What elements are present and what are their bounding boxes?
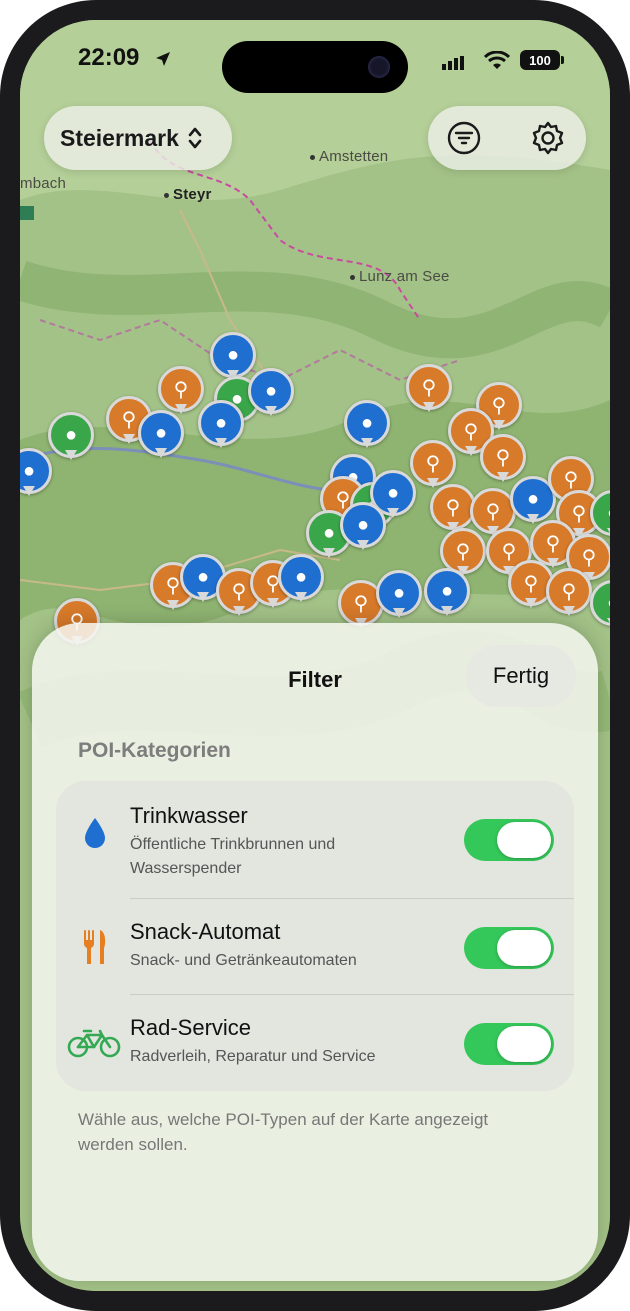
water-pin[interactable]: ● — [376, 570, 422, 628]
filter-button[interactable] — [432, 106, 496, 170]
water-pin[interactable]: ● — [20, 448, 52, 506]
status-time: 22:09 — [78, 44, 140, 71]
region-selector-button[interactable]: Steiermark — [44, 106, 232, 170]
gear-icon — [532, 121, 564, 155]
map-actions-pill — [428, 106, 586, 170]
dynamic-island — [222, 41, 408, 93]
place-name: Amstetten — [319, 148, 389, 165]
water-pin[interactable]: ● — [198, 400, 244, 458]
toggle-knob — [497, 1026, 551, 1062]
category-title: Rad-Service — [130, 1015, 252, 1040]
category-subtitle: Radverleih, Reparatur und Service — [130, 1048, 376, 1065]
water-pin[interactable]: ● — [340, 502, 386, 560]
water-drop-icon — [70, 811, 120, 855]
place-dot — [310, 154, 315, 160]
trinkwasser-toggle[interactable] — [464, 819, 554, 861]
bike-pin[interactable]: ● — [590, 580, 610, 638]
fork-knife-icon — [70, 925, 120, 969]
battery-tip — [561, 56, 564, 64]
snack-pin[interactable]: ⚲ — [406, 364, 452, 422]
water-pin[interactable]: ● — [138, 410, 184, 468]
category-list: Trinkwasser Öffentliche Trinkbrunnen und… — [56, 781, 574, 1091]
wifi-icon — [484, 51, 510, 69]
place-name: Steyr — [173, 186, 212, 203]
place-name: mbach — [20, 175, 67, 192]
place-label: Lunz am See — [350, 268, 450, 285]
bicycle-icon — [64, 1021, 124, 1065]
category-subtitle: Öffentliche Trinkbrunnen und Wasserspend… — [130, 836, 336, 877]
chevron-up-down-icon — [188, 127, 202, 149]
location-arrow-icon — [156, 52, 170, 66]
phone-frame: Amstetten Steyr Lunz am See mbach ● ⚲ ● … — [0, 0, 630, 1311]
category-title: Trinkwasser — [130, 803, 248, 828]
category-row-trinkwasser[interactable]: Trinkwasser Öffentliche Trinkbrunnen und… — [56, 781, 574, 881]
snack-pin[interactable]: ⚲ — [546, 568, 592, 626]
toggle-knob — [497, 822, 551, 858]
water-pin[interactable]: ● — [424, 568, 470, 626]
settings-button[interactable] — [516, 106, 580, 170]
camera-icon — [368, 56, 390, 78]
battery-indicator: 100 — [520, 50, 560, 70]
filter-sheet: Filter Fertig POI-Kategorien Trinkwasser… — [32, 623, 598, 1281]
cellular-signal-icon — [442, 56, 464, 70]
screen: Amstetten Steyr Lunz am See mbach ● ⚲ ● … — [20, 20, 610, 1291]
water-pin[interactable]: ● — [248, 368, 294, 426]
toggle-knob — [497, 930, 551, 966]
region-label: Steiermark — [60, 124, 179, 151]
category-row-snack-automat[interactable]: Snack-Automat Snack- und Getränkeautomat… — [56, 899, 574, 999]
category-subtitle: Snack- und Getränkeautomaten — [130, 952, 357, 969]
filter-icon — [447, 121, 481, 155]
bike-pin[interactable]: ● — [48, 412, 94, 470]
place-dot — [350, 274, 355, 280]
snack-automat-toggle[interactable] — [464, 927, 554, 969]
section-header: POI-Kategorien — [78, 739, 231, 762]
place-label: Steyr — [164, 186, 212, 203]
category-title: Snack-Automat — [130, 919, 281, 944]
place-label: mbach — [20, 175, 66, 192]
footer-note: Wähle aus, welche POI-Typen auf der Kart… — [78, 1110, 489, 1154]
category-row-rad-service[interactable]: Rad-Service Radverleih, Reparatur und Se… — [56, 995, 574, 1095]
water-pin[interactable]: ● — [344, 400, 390, 458]
done-button[interactable]: Fertig — [466, 645, 576, 707]
water-pin[interactable]: ● — [278, 554, 324, 612]
place-dot — [164, 192, 169, 198]
place-name: Lunz am See — [359, 268, 450, 285]
rad-service-toggle[interactable] — [464, 1023, 554, 1065]
place-label: Amstetten — [310, 148, 388, 165]
